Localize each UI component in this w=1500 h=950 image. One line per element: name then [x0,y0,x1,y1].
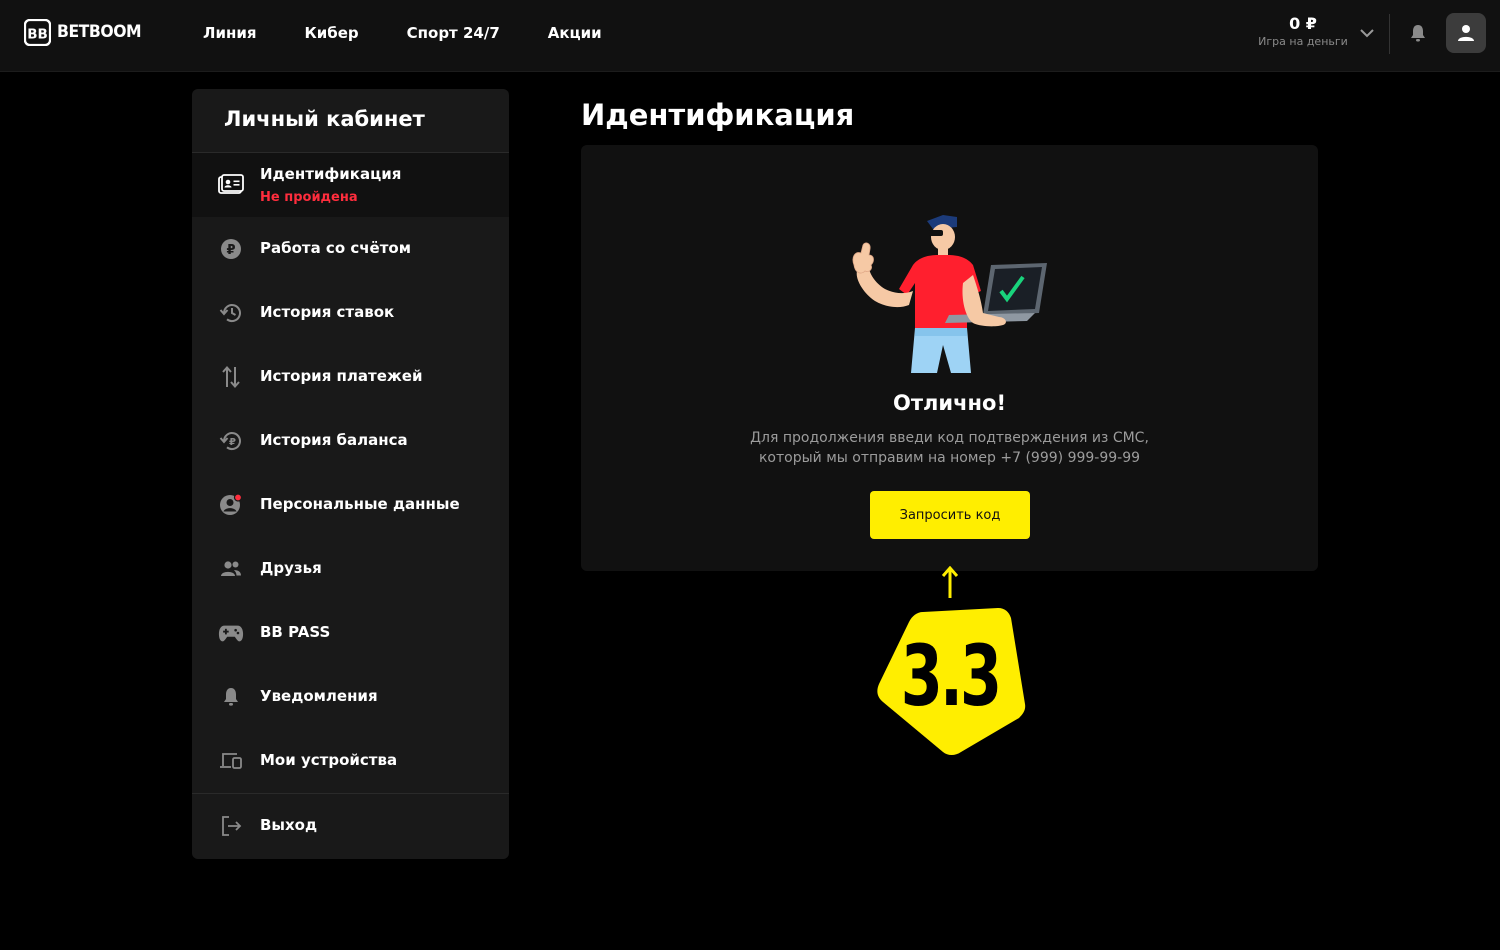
sidebar-item-label: История ставок [260,303,395,321]
sidebar-item-label: Мои устройства [260,751,398,769]
nav-line[interactable]: Линия [203,24,256,42]
sidebar-item-bet-history[interactable]: История ставок [192,281,509,345]
sidebar-item-label: Уведомления [260,687,378,705]
logo[interactable]: BB BETBOOM [24,18,148,46]
history-icon [218,300,244,326]
ruble-coin-icon: ₽ [218,236,244,262]
gamepad-icon [218,620,244,646]
sidebar-item-label: Работа со счётом [260,239,411,257]
sidebar-item-devices[interactable]: Мои устройства [192,729,509,793]
person-with-laptop-illustration [852,215,1047,373]
sidebar-item-label: Друзья [260,559,322,577]
sidebar-item-label: Идентификация [260,165,402,183]
sidebar-item-logout[interactable]: Выход [192,794,509,858]
balance-widget[interactable]: 0 ₽ Игра на деньги [1258,14,1348,50]
identification-card: Отлично! Для продолжения введи код подтв… [581,145,1318,571]
step-badge: 3.3 [873,606,1027,758]
id-card-icon [218,172,244,198]
bell-icon [218,684,244,710]
sidebar-item-account[interactable]: ₽ Работа со счётом [192,217,509,281]
nav-sport-24-7[interactable]: Спорт 24/7 [407,24,500,42]
sidebar-item-identification[interactable]: Идентификация Не пройдена [192,153,509,217]
arrow-up-icon [941,566,959,598]
account-sidebar: Личный кабинет Идентификация Не пройдена… [192,89,509,859]
nav-promotions[interactable]: Акции [548,24,602,42]
sidebar-item-label: Персональные данные [260,495,460,513]
friends-icon [218,556,244,582]
ruble-history-icon: ₽ [218,428,244,454]
balance-amount: 0 ₽ [1289,14,1317,33]
sms-instructions: Для продолжения введи код подтверждения … [581,428,1318,468]
sidebar-item-label: Выход [260,816,318,834]
top-header: BB BETBOOM Линия Кибер Спорт 24/7 Акции … [0,0,1500,72]
main-nav: Линия Кибер Спорт 24/7 Акции [203,0,650,66]
sidebar-item-label: BB PASS [260,623,331,641]
logo-text: BETBOOM [57,22,142,42]
transfer-arrows-icon [218,364,244,390]
svg-text:BB: BB [27,26,48,42]
nav-cyber[interactable]: Кибер [304,24,358,42]
header-divider [1389,14,1390,54]
betboom-logo-icon: BB [24,18,51,46]
notification-bell-icon[interactable] [1408,23,1428,43]
step-badge-label: 3.3 [900,627,1002,725]
svg-text:₽: ₽ [229,437,236,448]
sms-instructions-line-2: который мы отправим на номер +7 (999) 99… [758,450,1141,466]
sidebar-item-personal-data[interactable]: Персональные данные [192,473,509,537]
sidebar-item-payment-history[interactable]: История платежей [192,345,509,409]
devices-icon [218,748,244,774]
sms-instructions-line-1: Для продолжения введи код подтверждения … [750,430,1149,446]
user-icon [1458,25,1474,41]
person-icon [218,492,244,518]
sidebar-item-friends[interactable]: Друзья [192,537,509,601]
success-heading: Отлично! [892,391,1007,415]
sidebar-item-notifications[interactable]: Уведомления [192,665,509,729]
sidebar-item-balance-history[interactable]: ₽ История баланса [192,409,509,473]
page-title: Идентификация [581,98,855,132]
sidebar-item-label: История баланса [260,431,408,449]
avatar-button[interactable] [1446,13,1486,53]
sidebar-item-label: История платежей [260,367,423,385]
svg-text:₽: ₽ [226,243,235,258]
balance-label: Игра на деньги [1258,35,1348,48]
identification-status: Не пройдена [260,190,358,205]
chevron-down-icon[interactable] [1358,24,1376,42]
request-code-button[interactable]: Запросить код [870,491,1030,539]
logout-icon [218,813,244,839]
sidebar-item-bb-pass[interactable]: BB PASS [192,601,509,665]
sidebar-title: Личный кабинет [224,107,425,131]
